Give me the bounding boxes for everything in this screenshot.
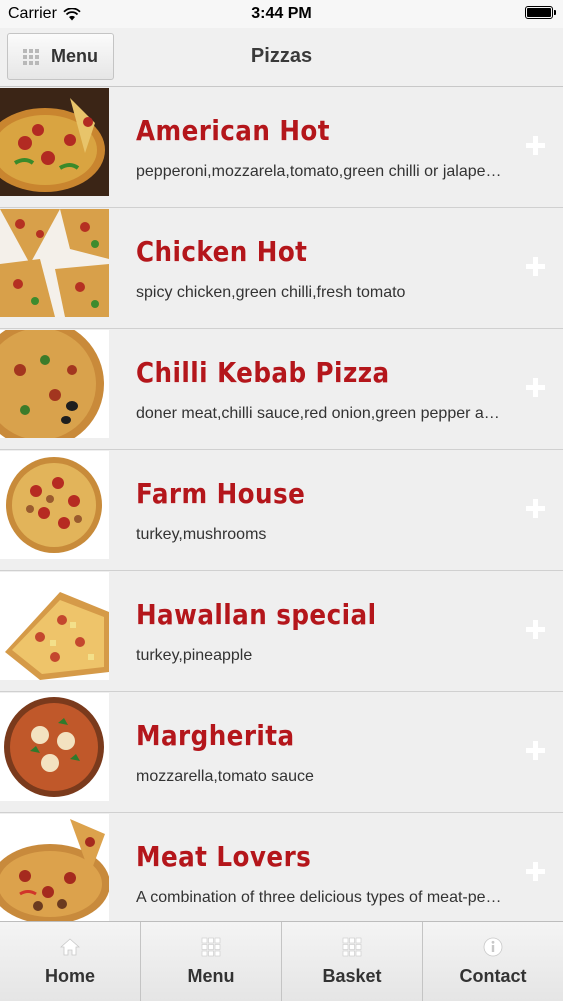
list-item[interactable]: Hawallan special turkey,pineapple [0, 571, 563, 692]
item-description: A combination of three delicious types o… [136, 889, 508, 906]
tab-home[interactable]: Home [0, 922, 141, 1001]
item-name: Farm House [136, 477, 306, 510]
list-item[interactable]: Farm House turkey,mushrooms [0, 450, 563, 571]
home-icon [60, 938, 80, 956]
list-item[interactable]: Chilli Kebab Pizza doner meat,chilli sau… [0, 329, 563, 450]
item-name: Hawallan special [136, 598, 377, 631]
add-item-icon[interactable] [526, 741, 545, 760]
tab-bar: Home Menu Basket Contact [0, 921, 563, 1001]
add-item-icon[interactable] [526, 136, 545, 155]
pizza-list: American Hot pepperoni,mozzarela,tomato,… [0, 87, 563, 921]
item-description: turkey,mushrooms [136, 526, 267, 543]
pizza-image [0, 693, 109, 801]
list-item[interactable]: Chicken Hot spicy chicken,green chilli,f… [0, 208, 563, 329]
add-item-icon[interactable] [526, 862, 545, 881]
item-description: mozzarella,tomato sauce [136, 768, 314, 785]
tab-contact-label: Contact [459, 966, 527, 986]
pizza-image [0, 451, 109, 559]
pizza-image [0, 814, 109, 921]
tab-contact[interactable]: Contact [423, 922, 563, 1001]
add-item-icon[interactable] [526, 499, 545, 518]
item-description: pepperoni,mozzarela,tomato,green chilli … [136, 163, 508, 180]
battery-icon [525, 6, 556, 19]
nav-bar: Menu Pizzas [0, 28, 563, 87]
grid-icon [201, 937, 221, 957]
page-title: Pizzas [250, 45, 313, 67]
item-name: American Hot [136, 114, 331, 147]
status-time: 3:44 PM [251, 5, 312, 22]
item-name: Chicken Hot [136, 235, 308, 268]
list-item[interactable]: American Hot pepperoni,mozzarela,tomato,… [0, 87, 563, 208]
tab-menu[interactable]: Menu [141, 922, 282, 1001]
add-item-icon[interactable] [526, 257, 545, 276]
item-description: doner meat,chilli sauce,red onion,green … [136, 405, 508, 422]
pizza-image [0, 330, 109, 438]
item-name: Margherita [136, 719, 295, 752]
tab-basket-label: Basket [322, 966, 382, 986]
add-item-icon[interactable] [526, 378, 545, 397]
item-description: turkey,pineapple [136, 647, 253, 664]
pizza-image [0, 88, 109, 196]
add-item-icon[interactable] [526, 620, 545, 639]
item-description: spicy chicken,green chilli,fresh tomato [136, 284, 406, 301]
item-name: Chilli Kebab Pizza [136, 356, 390, 389]
list-item[interactable]: Meat Lovers A combination of three delic… [0, 813, 563, 921]
item-name: Meat Lovers [136, 840, 312, 873]
tab-home-label: Home [44, 966, 95, 986]
pizza-image [0, 572, 109, 680]
grid-icon [342, 937, 362, 957]
tab-basket[interactable]: Basket [282, 922, 423, 1001]
info-icon [483, 937, 503, 957]
battery-level [527, 8, 551, 17]
pizza-image [0, 209, 109, 317]
tab-menu-label: Menu [187, 966, 235, 986]
list-item[interactable]: Margherita mozzarella,tomato sauce [0, 692, 563, 813]
status-bar: Carrier 3:44 PM [0, 0, 563, 28]
